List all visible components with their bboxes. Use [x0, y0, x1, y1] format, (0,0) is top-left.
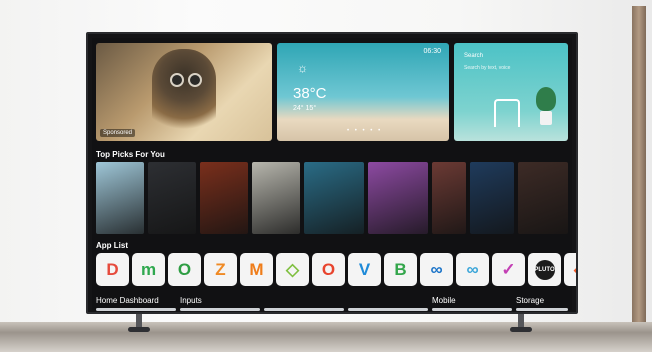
app-tile[interactable]: PLUTO	[528, 253, 561, 286]
app-icon: m	[140, 259, 157, 279]
app-tile[interactable]: O	[312, 253, 345, 286]
top-picks-heading: Top Picks For You	[96, 150, 165, 159]
top-pick-thumbnail[interactable]	[518, 162, 568, 234]
home-dashboard-heading: Home Dashboard	[96, 296, 159, 305]
hero-weather-card[interactable]: ☼ 38°C 24° 15° 06:30 • • • • •	[277, 43, 449, 141]
pot-image	[540, 111, 552, 125]
television: Sponsored ☼ 38°C 24° 15° 06:30 • • • • •…	[86, 32, 578, 314]
app-tile[interactable]: ∞	[456, 253, 489, 286]
pluto-icon: PLUTO	[534, 259, 555, 280]
sponsored-label: Sponsored	[100, 129, 136, 137]
inputs-heading: Inputs	[180, 296, 202, 305]
search-label: Search	[464, 53, 484, 59]
hero-person-image	[152, 49, 216, 139]
top-pick-thumbnail[interactable]	[368, 162, 428, 234]
top-pick-thumbnail[interactable]	[304, 162, 364, 234]
weather-temperature: 38°C	[293, 85, 327, 102]
app-tile[interactable]: ◆	[564, 253, 576, 286]
top-pick-thumbnail[interactable]	[148, 162, 196, 234]
carousel-dots[interactable]: • • • • •	[347, 128, 382, 134]
app-icon: ◆	[574, 260, 576, 280]
dashboard-card[interactable]	[96, 308, 176, 311]
app-tile[interactable]: B	[384, 253, 417, 286]
sun-icon: ☼	[297, 61, 308, 75]
top-pick-thumbnail[interactable]	[96, 162, 144, 234]
shelf	[0, 322, 652, 352]
input-card[interactable]	[348, 308, 428, 311]
app-icon: B	[394, 259, 407, 279]
app-icon: Z	[215, 259, 226, 279]
app-icon: O	[177, 259, 192, 279]
app-icon: ∞	[466, 259, 479, 279]
app-icon: M	[249, 259, 264, 279]
app-tile[interactable]: O	[168, 253, 201, 286]
app-tile[interactable]: M	[240, 253, 273, 286]
plant-image	[536, 87, 556, 111]
hero-sponsored-card[interactable]: Sponsored	[96, 43, 272, 141]
wood-panel	[632, 6, 646, 322]
app-tile[interactable]: m	[132, 253, 165, 286]
app-icon: ✓	[501, 259, 516, 279]
tv-stand-foot-left	[128, 327, 150, 332]
storage-heading: Storage	[516, 296, 545, 305]
app-icon: D	[106, 259, 119, 279]
app-list-heading: App List	[96, 241, 128, 250]
app-tile[interactable]: ◇	[276, 253, 309, 286]
app-icon: V	[358, 259, 371, 279]
tv-stand-foot-right	[510, 327, 532, 332]
mobile-heading: Mobile	[432, 296, 456, 305]
tv-home-screen: Sponsored ☼ 38°C 24° 15° 06:30 • • • • •…	[92, 38, 576, 311]
app-tile[interactable]: ✓	[492, 253, 525, 286]
app-icon: ◇	[285, 259, 300, 279]
app-tile[interactable]: D	[96, 253, 129, 286]
goggle-icon	[188, 73, 202, 87]
app-icon: ∞	[430, 259, 443, 279]
app-tile[interactable]: V	[348, 253, 381, 286]
clock-time: 06:30	[423, 48, 441, 55]
hero-search-card[interactable]: Search Search by text, voice	[454, 43, 568, 141]
search-sublabel: Search by text, voice	[464, 65, 511, 71]
top-pick-thumbnail[interactable]	[432, 162, 466, 234]
goggle-icon	[170, 73, 184, 87]
weather-range: 24° 15°	[293, 105, 317, 112]
app-tile[interactable]: Z	[204, 253, 237, 286]
storage-card[interactable]	[516, 308, 568, 311]
top-pick-thumbnail[interactable]	[200, 162, 248, 234]
top-pick-thumbnail[interactable]	[252, 162, 300, 234]
app-icon: O	[321, 259, 336, 279]
input-card[interactable]	[264, 308, 344, 311]
chair-image	[494, 99, 520, 127]
input-card[interactable]	[180, 308, 260, 311]
mobile-card[interactable]	[432, 308, 512, 311]
top-pick-thumbnail[interactable]	[470, 162, 514, 234]
app-tile[interactable]: ∞	[420, 253, 453, 286]
